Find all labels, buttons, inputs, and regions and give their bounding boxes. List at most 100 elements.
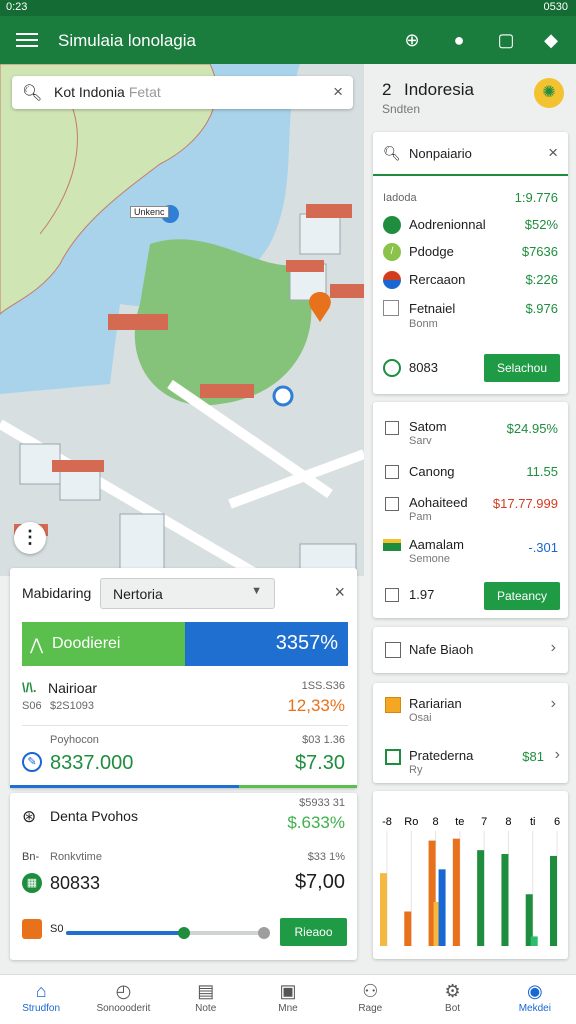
- notification-icon[interactable]: ●: [447, 28, 471, 52]
- row-sub: Sarv: [409, 435, 432, 447]
- row-value: $:226: [525, 272, 558, 287]
- chart-x-label: te: [455, 816, 464, 828]
- dropdown-value: Nertoria: [113, 586, 163, 602]
- chevron-right-icon[interactable]: ›: [555, 746, 560, 764]
- row-sub: Pam: [409, 511, 432, 523]
- info-row-2[interactable]: Pratederna: [409, 748, 473, 763]
- close-icon[interactable]: ×: [334, 582, 345, 603]
- list-row-0[interactable]: Iadoda: [383, 192, 417, 204]
- row-value: $17.77.999: [492, 496, 558, 511]
- stats-footer-value: 1.97: [409, 587, 435, 602]
- row-sub: Osai: [409, 712, 432, 724]
- region-subtitle: Sndten: [382, 102, 421, 116]
- region-badge: 2: [382, 80, 392, 99]
- bottom-sheet-2: ⊛ Denta Pvohos $5933 31 $.633% Bn- Ronkv…: [10, 793, 357, 960]
- group-icon: ⚇: [362, 981, 379, 1001]
- nav-item-mekdei[interactable]: ◉ Mekdei: [494, 979, 576, 1014]
- nav-item-strudfon[interactable]: ⌂ Strudfon: [0, 979, 82, 1014]
- sheet2-value: 80833: [50, 873, 101, 893]
- nav-label: Mekdei: [518, 1003, 551, 1014]
- list-row-4[interactable]: Fetnaiel: [409, 301, 455, 316]
- chevron-right-icon[interactable]: ›: [551, 695, 556, 713]
- menu-icon[interactable]: [16, 29, 38, 51]
- wallet-icon: [383, 539, 401, 551]
- reset-button[interactable]: Rieaoo: [280, 918, 347, 946]
- row1-right-top: 1SS.S36: [301, 680, 345, 692]
- chart-bar: [530, 936, 538, 946]
- chart-x-label: 6: [554, 816, 560, 828]
- window-icon[interactable]: ▢: [494, 28, 518, 52]
- list-search[interactable]: 🔍︎ Nonpaiario ×: [373, 132, 568, 176]
- row-value: $7636: [521, 244, 558, 259]
- nav-label: Sonoooderit: [96, 1003, 151, 1014]
- doc-icon: [383, 300, 399, 316]
- region-title: Indoresia: [404, 80, 474, 99]
- stats-row-1[interactable]: Canong: [409, 464, 455, 479]
- stats-row-0[interactable]: Satom: [409, 419, 447, 434]
- row-value: 1:9.776: [514, 190, 558, 205]
- row2-right-value: $7.30: [294, 752, 345, 774]
- note-icon: ▤: [197, 981, 215, 1001]
- nav-label: Strudfon: [22, 1003, 61, 1014]
- list-row-1[interactable]: Aodrenionnal: [409, 217, 486, 232]
- screen-icon: ▣: [279, 981, 297, 1001]
- list-icon: [385, 497, 399, 511]
- progress-label: Doodierei: [52, 635, 121, 652]
- info-row-1[interactable]: Rariarian: [409, 696, 462, 711]
- slider-track[interactable]: [66, 927, 270, 939]
- sheet2-right-value: $.633%: [287, 813, 345, 832]
- search-input[interactable]: Kot Indonia: [54, 84, 125, 100]
- row1-title[interactable]: Nairioar: [48, 680, 97, 696]
- globe-icon[interactable]: ⊕: [400, 28, 424, 52]
- status-time: 0:23: [6, 1, 28, 13]
- bot-icon: ⚙: [444, 981, 461, 1001]
- settings-icon[interactable]: ◆: [539, 28, 563, 52]
- profile-icon: ◉: [526, 981, 543, 1001]
- list-search-input[interactable]: Nonpaiario: [409, 146, 472, 161]
- row-value: 11.55: [526, 464, 558, 479]
- nav-item-sonoooderit[interactable]: ◴ Sonoooderit: [82, 979, 164, 1014]
- stats-row-2[interactable]: Aohaiteed: [409, 495, 468, 510]
- flag-icon: [383, 271, 401, 289]
- search-icon: 🔍︎: [383, 145, 401, 161]
- chart-bar: [380, 873, 387, 946]
- more-options-button[interactable]: ⋮: [14, 522, 46, 554]
- row-sub: Bonm: [409, 318, 438, 330]
- search-hint: Fetat: [128, 84, 161, 100]
- patency-button[interactable]: Pateancy: [484, 582, 560, 610]
- grid-icon: [385, 421, 399, 435]
- close-icon[interactable]: ×: [333, 82, 343, 102]
- list-row-3[interactable]: Rercaaon: [409, 272, 465, 287]
- sheet2-sub-label: Ronkvtime: [50, 851, 102, 863]
- close-icon[interactable]: ×: [548, 143, 558, 163]
- select-button[interactable]: Selachou: [484, 354, 560, 382]
- chevron-right-icon: ›: [550, 639, 556, 656]
- slider-thumb[interactable]: [177, 927, 190, 939]
- stats-row-3[interactable]: Aamalam: [409, 537, 464, 552]
- nav-label: Rage: [358, 1003, 383, 1014]
- check-icon: [385, 749, 401, 765]
- chart-x-label: 8: [505, 816, 511, 828]
- chart-x-label: 7: [481, 816, 487, 828]
- nav-card[interactable]: Nafe Biaoh ›: [373, 627, 568, 673]
- nav-item-rage[interactable]: ⚇ Rage: [329, 979, 411, 1014]
- nav-item-note[interactable]: ▤ Note: [165, 979, 247, 1014]
- row2-value: 8337.000: [50, 752, 134, 774]
- chart-bar: [550, 855, 557, 946]
- nav-item-bot[interactable]: ⚙ Bot: [411, 979, 493, 1014]
- image-icon: [22, 919, 42, 939]
- sun-icon: ✺: [534, 78, 564, 108]
- map-search-bar[interactable]: 🔍︎ Kot Indonia Fetat ×: [12, 76, 353, 109]
- list-row-2[interactable]: Pdodge: [409, 244, 454, 259]
- region-dropdown[interactable]: Nertoria ▼: [100, 578, 275, 609]
- row-value: $81: [522, 749, 544, 764]
- map-view[interactable]: Unkenc: [0, 64, 364, 576]
- nav-item-mne[interactable]: ▣ Mne: [247, 979, 329, 1014]
- bottom-navigation: ⌂ Strudfon ◴ Sonoooderit ▤ Note ▣ Mne ⚇ Rage ⚙ Bot ◉…: [0, 974, 576, 1024]
- row2-title[interactable]: Poyhocon: [50, 734, 99, 746]
- folder-icon: [385, 697, 401, 713]
- chart-bar: [404, 911, 412, 946]
- chevron-down-icon: ▼: [251, 585, 262, 597]
- leaf-icon: ✎: [22, 752, 42, 772]
- sheet2-code: Bn-: [22, 851, 40, 863]
